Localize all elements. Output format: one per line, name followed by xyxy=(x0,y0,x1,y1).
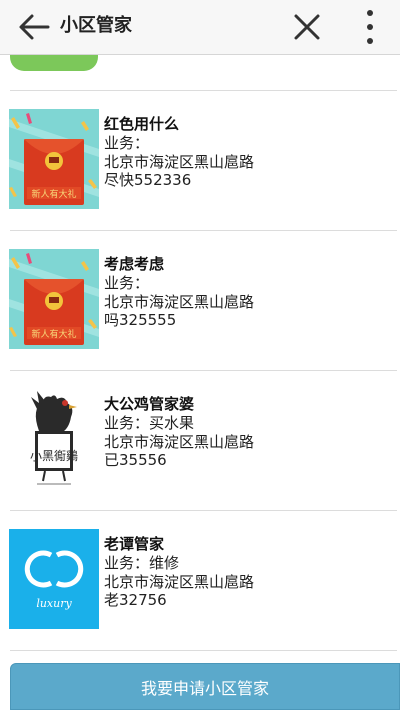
butler-name: 红色用什么 xyxy=(104,115,180,133)
page-title: 小区管家 xyxy=(60,15,132,36)
close-button[interactable] xyxy=(289,9,325,45)
back-arrow-icon xyxy=(19,14,50,40)
divider xyxy=(10,650,397,651)
close-icon xyxy=(294,14,320,40)
phone-text: 已35556 xyxy=(104,451,167,469)
red-envelope-banner-image: 新人有大礼 xyxy=(9,249,99,349)
svg-text:小黑鵆鷄: 小黑鵆鷄 xyxy=(30,449,78,463)
red-envelope-banner-image: 新人有大礼 xyxy=(9,109,99,209)
svg-text:新人有大礼: 新人有大礼 xyxy=(31,188,76,200)
apply-butler-button[interactable]: 我要申请小区管家 xyxy=(10,663,400,710)
list-item[interactable]: 小黑鵆鷄 大公鸡管家婆 业务：买水果 北京市海淀区黑山扈路 已35556 xyxy=(0,386,400,506)
list-item[interactable]: 新人有大礼 考虑考虑 业务： 北京市海淀区黑山扈路 吗325555 xyxy=(0,246,400,366)
more-vertical-icon xyxy=(367,10,373,44)
top-bar: 小区管家 xyxy=(0,0,400,55)
butler-list[interactable]: 新人有大礼 红色用什么 业务： 北京市海淀区黑山扈路 尽快552336 新人有大… xyxy=(0,55,400,710)
luxury-logo-image: luxury xyxy=(9,529,99,629)
divider xyxy=(10,370,397,371)
phone-text: 老32756 xyxy=(104,591,167,609)
butler-name: 考虑考虑 xyxy=(104,255,165,273)
phone-text: 吗325555 xyxy=(104,311,177,329)
divider xyxy=(10,90,397,91)
business-label: 业务： xyxy=(104,274,150,292)
rooster-seal-logo-image: 小黑鵆鷄 xyxy=(9,389,99,489)
divider xyxy=(10,230,397,231)
list-item[interactable]: luxury 老谭管家 业务：维修 北京市海淀区黑山扈路 老32756 xyxy=(0,526,400,646)
phone-text: 尽快552336 xyxy=(104,171,192,189)
list-item[interactable]: 新人有大礼 红色用什么 业务： 北京市海淀区黑山扈路 尽快552336 xyxy=(0,106,400,226)
back-button[interactable] xyxy=(14,8,54,46)
address-text: 北京市海淀区黑山扈路 xyxy=(104,432,255,451)
svg-text:luxury: luxury xyxy=(36,597,72,610)
divider xyxy=(10,510,397,511)
svg-text:新人有大礼: 新人有大礼 xyxy=(31,328,76,340)
address-text: 北京市海淀区黑山扈路 xyxy=(104,572,255,591)
more-menu-button[interactable] xyxy=(355,5,385,49)
butler-name: 大公鸡管家婆 xyxy=(104,395,195,413)
partial-green-item xyxy=(10,55,98,71)
address-text: 北京市海淀区黑山扈路 xyxy=(104,292,255,311)
business-label: 业务：维修 xyxy=(104,554,180,572)
address-text: 北京市海淀区黑山扈路 xyxy=(104,152,255,171)
business-label: 业务：买水果 xyxy=(104,414,195,432)
butler-name: 老谭管家 xyxy=(104,535,165,553)
business-label: 业务： xyxy=(104,134,150,152)
